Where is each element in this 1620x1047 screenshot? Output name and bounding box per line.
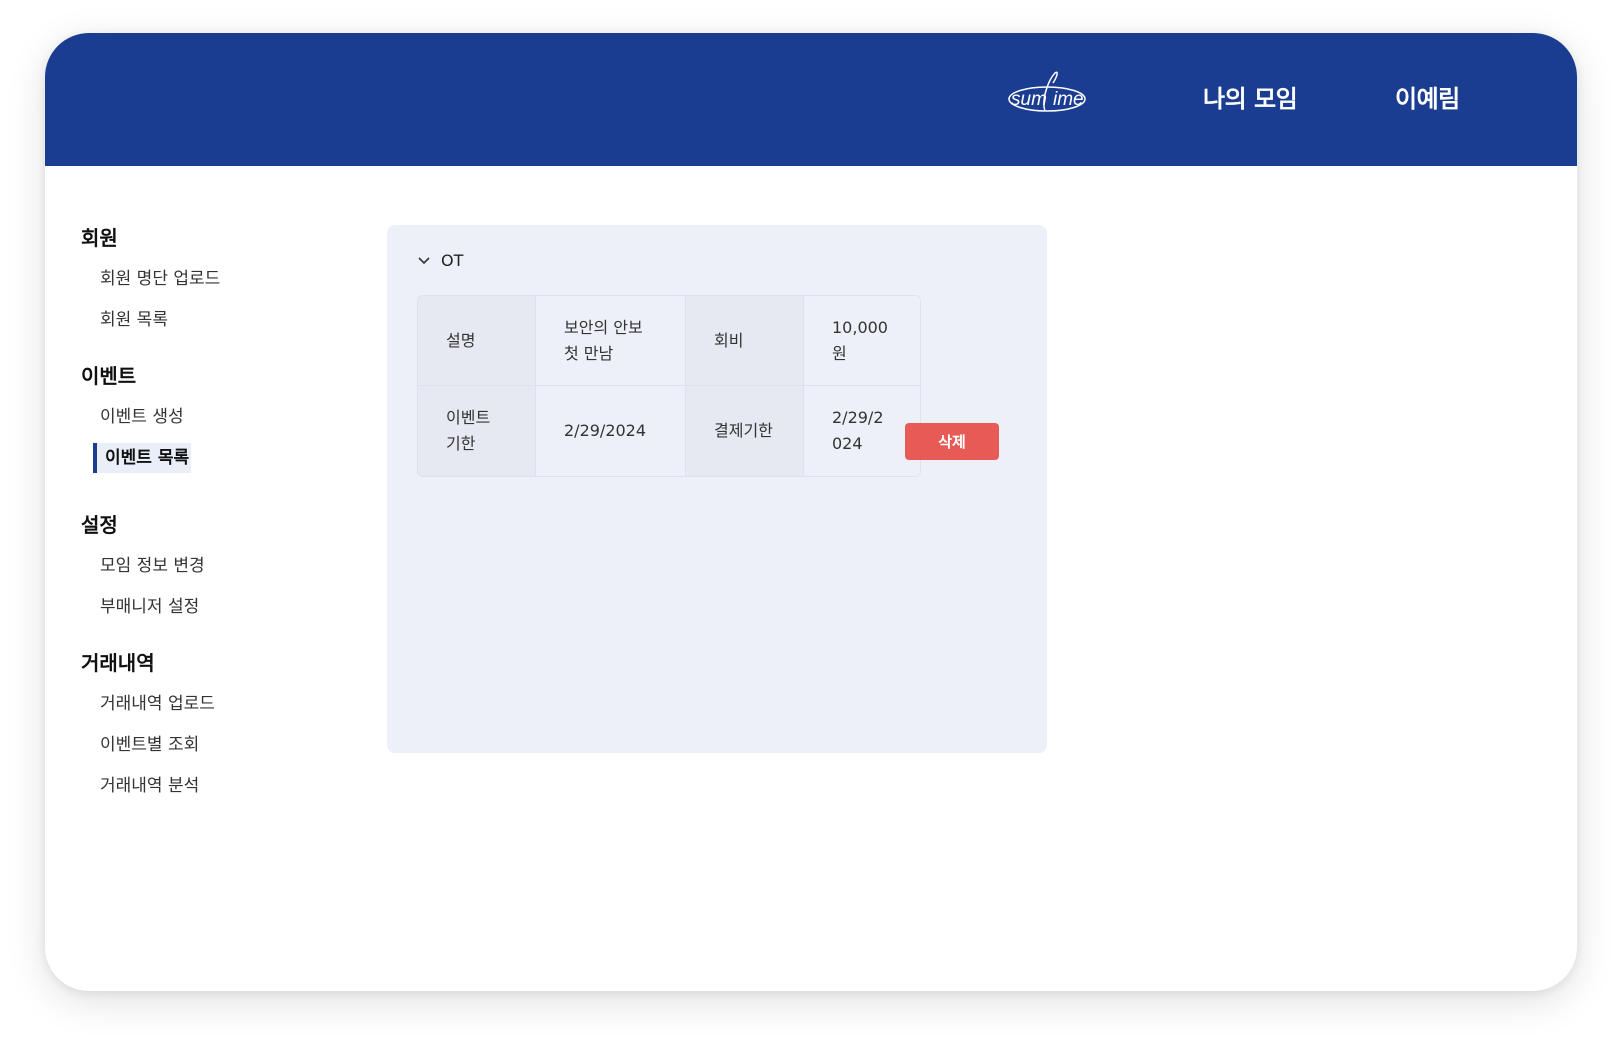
- sidebar-section-title: 설정: [81, 513, 118, 537]
- deadline-label-cell: 이벤트 기한: [418, 386, 536, 476]
- description-value-cell: 보안의 안보 첫 만남: [536, 296, 686, 386]
- description-label-cell: 설명: [418, 296, 536, 386]
- sidebar-item-group-info[interactable]: 모임 정보 변경: [100, 551, 341, 581]
- sidebar-section-title: 이벤트: [81, 364, 137, 388]
- event-list-panel: OT 설명 보안의 안보 첫 만남 회비 10,000원 이벤트 기한 2/29…: [387, 225, 1047, 753]
- deadline-value: 2/29/2024: [564, 421, 647, 440]
- sidebar-section-settings: 설정 모임 정보 변경 부매니저 설정: [81, 510, 341, 622]
- fee-value-cell: 10,000원: [804, 296, 920, 386]
- sidebar-section-title: 거래내역: [81, 651, 155, 675]
- deadline-value-cell: 2/29/2024: [536, 386, 686, 476]
- description-label: 설명: [446, 330, 476, 350]
- nav-user-name[interactable]: 이예림: [1395, 79, 1460, 114]
- sidebar-item-transaction-upload[interactable]: 거래내역 업로드: [100, 689, 341, 719]
- sidebar-item-transaction-analysis[interactable]: 거래내역 분석: [100, 771, 341, 801]
- sidebar-item-event-list[interactable]: 이벤트 목록: [93, 443, 192, 473]
- delete-button[interactable]: 삭제: [905, 423, 999, 460]
- table-row: 이벤트 기한 2/29/2024 결제기한 2/29/2024: [418, 386, 920, 476]
- fee-value: 10,000원: [832, 317, 888, 363]
- sidebar-item-event-lookup[interactable]: 이벤트별 조회: [100, 730, 341, 760]
- sidebar-section-events: 이벤트 이벤트 생성 이벤트 목록: [81, 361, 341, 484]
- event-accordion-header[interactable]: OT: [417, 251, 463, 270]
- chevron-down-icon: [417, 256, 431, 266]
- payment-deadline-label-cell: 결제기한: [686, 386, 804, 476]
- sidebar-item-event-create[interactable]: 이벤트 생성: [100, 402, 341, 432]
- sidebar-item-member-upload[interactable]: 회원 명단 업로드: [100, 264, 341, 294]
- top-header: sum ime 나의 모임 이예림: [45, 33, 1577, 166]
- app-window: sum ime 나의 모임 이예림 회원 회원 명단 업로드 회원 목록 이벤트…: [45, 33, 1577, 991]
- payment-deadline-value-cell: 2/29/2024: [804, 386, 920, 476]
- payment-deadline-value: 2/29/2024: [832, 408, 884, 453]
- sidebar-section-transactions: 거래내역 거래내역 업로드 이벤트별 조회 거래내역 분석: [81, 648, 341, 801]
- sidebar-item-member-list[interactable]: 회원 목록: [100, 305, 341, 335]
- table-row: 설명 보안의 안보 첫 만남 회비 10,000원: [418, 296, 920, 386]
- svg-text:ime: ime: [1053, 89, 1084, 110]
- sidebar-section-title: 회원: [81, 226, 118, 250]
- event-name: OT: [441, 251, 464, 270]
- svg-text:sum: sum: [1011, 89, 1047, 110]
- nav-my-meetings[interactable]: 나의 모임: [1203, 79, 1298, 114]
- event-detail-table: 설명 보안의 안보 첫 만남 회비 10,000원 이벤트 기한 2/29/20…: [417, 295, 921, 477]
- sumtime-logo[interactable]: sum ime: [1005, 69, 1095, 121]
- fee-label: 회비: [714, 330, 744, 350]
- payment-deadline-label: 결제기한: [714, 421, 773, 440]
- description-value: 보안의 안보 첫 만남: [564, 317, 643, 363]
- deadline-label: 이벤트 기한: [446, 408, 491, 453]
- sidebar-section-members: 회원 회원 명단 업로드 회원 목록: [81, 223, 341, 335]
- fee-label-cell: 회비: [686, 296, 804, 386]
- sidebar-item-submanager[interactable]: 부매니저 설정: [100, 592, 341, 622]
- sidebar: 회원 회원 명단 업로드 회원 목록 이벤트 이벤트 생성 이벤트 목록 설정 …: [81, 223, 341, 827]
